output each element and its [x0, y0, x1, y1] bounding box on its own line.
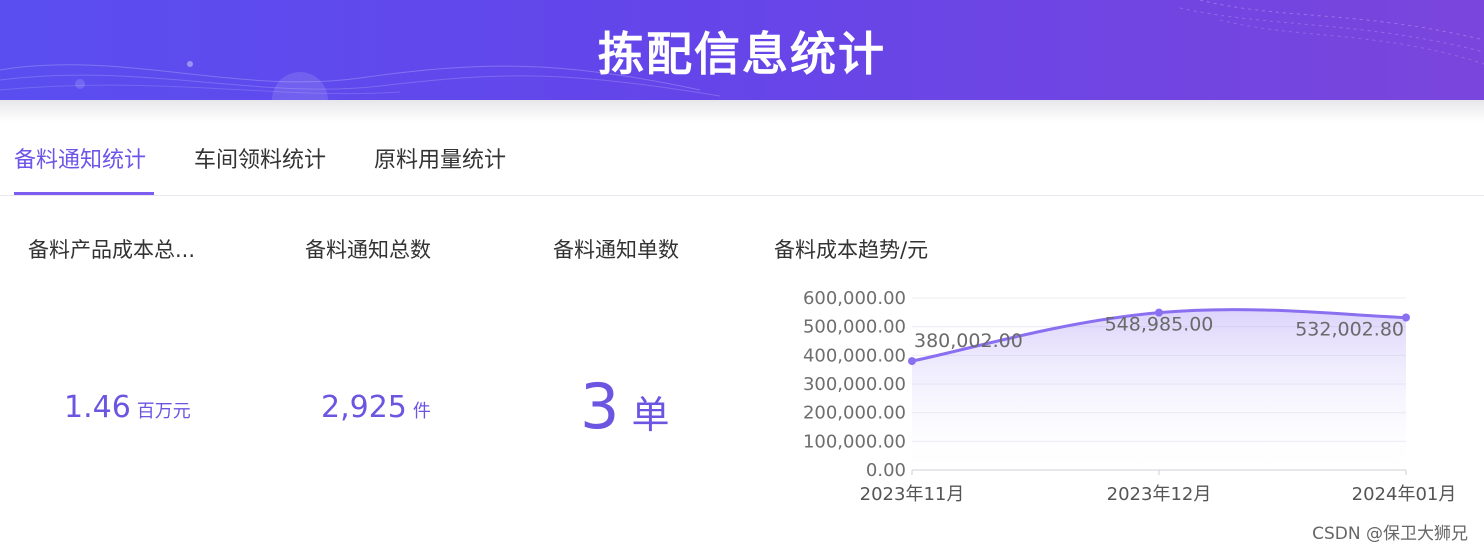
banner-shadow — [0, 100, 1484, 122]
y-tick-label: 200,000.00 — [803, 403, 906, 424]
tab-prep-notice-stats[interactable]: 备料通知统计 — [14, 142, 146, 174]
data-label: 532,002.80 — [1295, 318, 1404, 340]
y-tick-label: 500,000.00 — [803, 317, 906, 338]
x-tick-label: 2024年01月 — [1352, 484, 1457, 505]
y-tick-label: 0.00 — [866, 460, 906, 481]
watermark: CSDN @保卫大狮兄 — [1312, 524, 1468, 544]
data-label: 548,985.00 — [1105, 314, 1214, 336]
tab-bar: 备料通知统计 车间领料统计 原料用量统计 — [0, 120, 1484, 196]
notice-count-label: 备料通知单数 — [553, 238, 679, 262]
cost-trend-chart: 600,000.00 500,000.00 400,000.00 300,000.00… — [803, 288, 1457, 505]
notice-count-number: 3 — [580, 370, 620, 443]
cost-total-value: 1.46 百万元 — [64, 390, 191, 425]
y-tick-label: 300,000.00 — [803, 374, 906, 395]
cost-total-unit: 百万元 — [136, 401, 191, 422]
notice-count-value: 3单 — [580, 370, 669, 443]
x-tick-label: 2023年12月 — [1107, 484, 1212, 505]
tab-workshop-picking-stats[interactable]: 车间领料统计 — [194, 142, 326, 174]
notice-total-value: 2,925 件 — [321, 390, 431, 425]
notice-count-unit: 单 — [631, 393, 670, 437]
chart-title: 备料成本趋势/元 — [774, 238, 929, 262]
y-tick-label: 100,000.00 — [803, 431, 906, 452]
y-tick-label: 600,000.00 — [803, 288, 906, 309]
data-label: 380,002.00 — [914, 330, 1023, 352]
notice-total-unit: 件 — [412, 401, 431, 422]
page-title: 拣配信息统计 — [598, 27, 886, 81]
header-banner: 拣配信息统计 — [0, 0, 1484, 100]
notice-total-label: 备料通知总数 — [305, 238, 431, 262]
cost-total-label: 备料产品成本总... — [28, 238, 196, 262]
active-tab-indicator — [14, 192, 154, 195]
cost-total-number: 1.46 — [64, 390, 131, 425]
tab-material-usage-stats[interactable]: 原料用量统计 — [374, 142, 506, 174]
notice-total-number: 2,925 — [321, 390, 407, 425]
dashboard-page: 拣配信息统计 备料通知统计 车间领料统计 原料用量统计 备料产品成本总... 1… — [0, 0, 1484, 552]
data-point — [908, 357, 916, 366]
x-tick-label: 2023年11月 — [860, 484, 965, 505]
y-tick-label: 400,000.00 — [803, 345, 906, 366]
